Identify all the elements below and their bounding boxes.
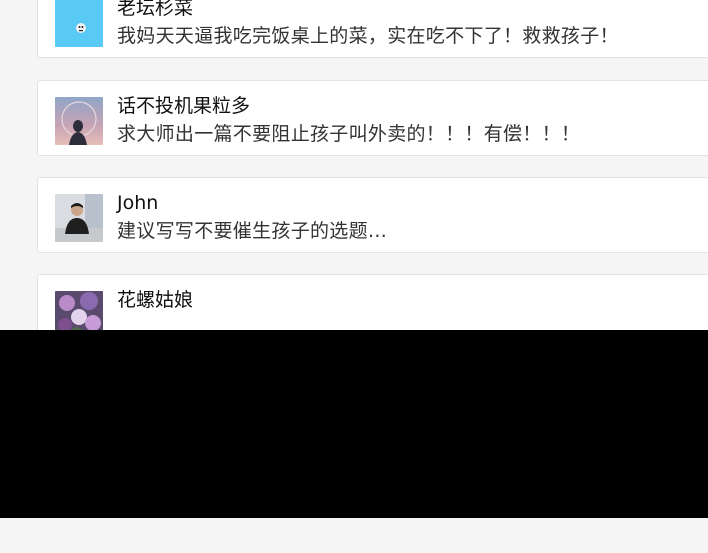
bottom-background bbox=[0, 518, 708, 553]
comment-card[interactable]: 花螺姑娘 bbox=[37, 274, 708, 330]
flowers-avatar-icon[interactable] bbox=[55, 291, 103, 330]
comment-username[interactable]: John bbox=[117, 192, 158, 214]
comment-text: 建议写写不要催生孩子的选题… bbox=[117, 220, 388, 242]
comment-username[interactable]: 花螺姑娘 bbox=[117, 289, 193, 311]
silhouette-sunset-avatar-icon[interactable] bbox=[55, 97, 103, 145]
redaction-block bbox=[0, 330, 708, 518]
comment-card[interactable]: 话不投机果粒多 求大师出一篇不要阻止孩子叫外卖的！！！有偿！！！ bbox=[37, 80, 708, 156]
cartoon-face-avatar-icon[interactable] bbox=[55, 0, 103, 47]
comment-text: 求大师出一篇不要阻止孩子叫外卖的！！！有偿！！！ bbox=[117, 123, 581, 145]
comment-list: 老坛杉菜 我妈天天逼我吃完饭桌上的菜，实在吃不下了！救救孩子！ 话不投机果粒多 … bbox=[0, 0, 708, 330]
comment-card[interactable]: 老坛杉菜 我妈天天逼我吃完饭桌上的菜，实在吃不下了！救救孩子！ bbox=[37, 0, 708, 58]
comment-card[interactable]: John 建议写写不要催生孩子的选题… bbox=[37, 177, 708, 253]
comment-text: 我妈天天逼我吃完饭桌上的菜，实在吃不下了！救救孩子！ bbox=[117, 25, 619, 47]
comment-username[interactable]: 话不投机果粒多 bbox=[117, 95, 250, 117]
man-portrait-avatar-icon[interactable] bbox=[55, 194, 103, 242]
comment-username[interactable]: 老坛杉菜 bbox=[117, 0, 193, 19]
